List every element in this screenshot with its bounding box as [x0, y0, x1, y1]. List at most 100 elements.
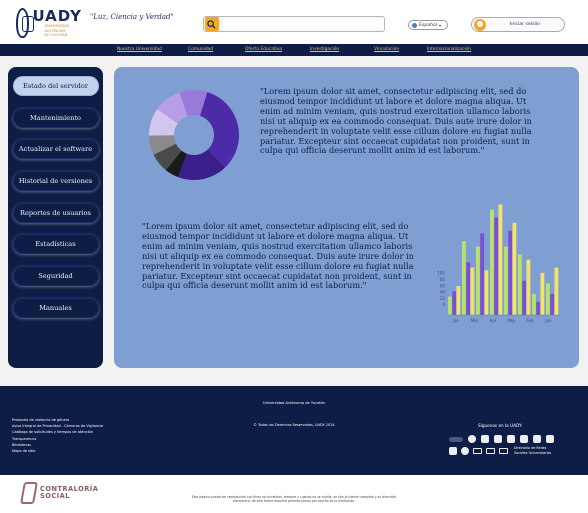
language-label: Español: [419, 22, 438, 28]
sidebar-item-mantenimiento[interactable]: Mantenimiento: [12, 107, 99, 128]
bar: [518, 254, 522, 315]
globe-icon: [412, 22, 417, 28]
nav-investigacion[interactable]: Investigación: [310, 47, 339, 52]
nav-comunidad[interactable]: Comunidad: [188, 47, 213, 52]
bar: [498, 204, 503, 315]
facebook-icon[interactable]: [468, 435, 476, 443]
bar: [526, 259, 531, 315]
bar: [452, 291, 457, 315]
login-button[interactable]: Iniciar sesión: [471, 17, 565, 32]
logo-subtitle-3: DE YUCATÁN: [44, 33, 68, 38]
y-tick-label: 60: [440, 283, 446, 288]
sidebar-item-actualizar-software[interactable]: Actualizar el software: [12, 139, 99, 160]
social-icons-row-1: [449, 435, 554, 443]
nav-oferta-educativa[interactable]: Oferta Educativa: [245, 47, 282, 52]
bar: [550, 293, 555, 315]
site-header: UADY UNIVERSIDAD AUTÓNOMA DE YUCATÁN "Lu…: [0, 0, 588, 44]
bar: [546, 283, 550, 315]
y-tick-label: 100: [437, 271, 445, 276]
bar: [462, 241, 466, 315]
chevron-down-icon: ▾: [439, 22, 442, 28]
bar: [536, 301, 541, 315]
footer-follow-label: Síguenos en la UADY:: [478, 423, 523, 428]
motto: "Luz, Ciencia y Verdad": [90, 13, 174, 21]
y-tick-label: 20: [440, 296, 446, 301]
x-tick-label: May: [507, 318, 516, 323]
sidebar-item-seguridad[interactable]: Seguridad: [12, 266, 99, 287]
footer-link-catalogo[interactable]: Catálogo de solicitudes y tiempos de ate…: [12, 429, 103, 435]
social-icons-row-2: Directorio de Redes Sociales Universitar…: [449, 446, 551, 456]
youtube-icon[interactable]: [494, 435, 502, 443]
disclaimer: Esta página puede ser reproducida con fi…: [191, 495, 397, 504]
screen-icon-1[interactable]: [473, 447, 482, 454]
flag-icon[interactable]: [449, 446, 457, 455]
main-nav: Nuestra Universidad Comunidad Oferta Edu…: [0, 44, 588, 56]
bar: [508, 230, 513, 315]
sidebar-item-manuales[interactable]: Manuales: [12, 297, 99, 318]
bar: [540, 272, 545, 315]
x-tick-label: Jun: [544, 318, 552, 323]
bar: [504, 246, 508, 315]
bar: [554, 267, 559, 315]
language-select[interactable]: Español ▾: [408, 20, 448, 30]
sidebar: Estado del servidor Mantenimiento Actual…: [8, 67, 103, 368]
x-tick-label: Mar: [471, 318, 479, 323]
content-paragraph-2: "Lorem ipsum dolor sit amet, consectetur…: [142, 221, 414, 291]
sidebar-item-reportes-usuarios[interactable]: Reportes de usuarios: [12, 202, 99, 223]
directorio-redes-line-2: Sociales Universitarias: [514, 450, 552, 455]
contraloria-mark-icon: [20, 482, 38, 504]
contraloria-social-logo[interactable]: CONTRALORÍA SOCIAL: [20, 482, 98, 504]
nav-nuestra-universidad[interactable]: Nuestra Universidad: [117, 47, 162, 52]
bar: [522, 280, 527, 315]
linkedin-icon[interactable]: [533, 435, 541, 443]
uady-logo[interactable]: UADY UNIVERSIDAD AUTÓNOMA DE YUCATÁN: [16, 6, 82, 40]
bar: [512, 222, 517, 315]
screen-icon-3[interactable]: [499, 447, 508, 454]
nav-internacionalizacion[interactable]: Internacionalización: [427, 47, 471, 52]
footer-link-mapa-sitio[interactable]: Mapa de sitio: [12, 448, 103, 454]
content-panel: "Lorem ipsum dolor sit amet, consectetur…: [114, 67, 579, 368]
directorio-redes-link[interactable]: Directorio de Redes Sociales Universitar…: [514, 446, 551, 456]
nav-vinculacion[interactable]: Vinculación: [374, 47, 399, 52]
screen-icon-2[interactable]: [486, 447, 495, 454]
login-label: Iniciar sesión: [509, 22, 541, 27]
y-tick-label: 40: [440, 290, 446, 295]
x-tick-label: Feb: [526, 318, 534, 323]
university-seal-icon: [16, 8, 35, 38]
bar: [532, 293, 536, 315]
bar: [494, 217, 499, 315]
donut-chart: [149, 90, 239, 180]
sidebar-item-estadisticas[interactable]: Estadísticas: [12, 234, 99, 255]
bar: [470, 267, 475, 315]
sidebar-item-historial-versiones[interactable]: Historial de versiones: [12, 171, 99, 192]
contraloria-line-2: SOCIAL: [40, 492, 70, 500]
x-tick-label: Jan: [452, 318, 460, 323]
bar: [484, 270, 489, 315]
search-icon[interactable]: [205, 17, 219, 31]
bar: [480, 233, 485, 315]
search-bar: [203, 16, 385, 32]
bar: [448, 296, 452, 315]
user-icon: [474, 18, 486, 31]
site-footer: Universidad Autónoma de Yucatán Protocol…: [0, 386, 588, 475]
search-input[interactable]: [222, 18, 384, 30]
bottom-bar: CONTRALORÍA SOCIAL Esta página puede ser…: [0, 475, 588, 513]
y-tick-label: 80: [440, 277, 446, 282]
logo-wordmark: UADY: [32, 7, 82, 26]
threads-icon[interactable]: [546, 435, 554, 443]
sidebar-item-estado-servidor[interactable]: Estado del servidor: [12, 76, 99, 96]
spotify-icon[interactable]: [461, 446, 469, 455]
instagram-icon[interactable]: [507, 435, 515, 443]
podcast-icon[interactable]: [449, 436, 463, 442]
y-tick-label: 0: [442, 302, 445, 307]
bar-chart: 02040 6080100 Jan Mar Apr May Feb Jun: [437, 204, 560, 323]
x-icon[interactable]: [520, 435, 528, 443]
x-tick-label: Apr: [490, 318, 497, 323]
bar: [466, 262, 471, 315]
bar: [476, 246, 480, 315]
content-paragraph-1: "Lorem ipsum dolor sit amet, consectetur…: [260, 86, 532, 156]
footer-university: Universidad Autónoma de Yucatán: [263, 401, 325, 405]
tiktok-icon[interactable]: [481, 435, 489, 443]
bar: [456, 286, 461, 315]
main-area: Estado del servidor Mantenimiento Actual…: [0, 56, 588, 386]
